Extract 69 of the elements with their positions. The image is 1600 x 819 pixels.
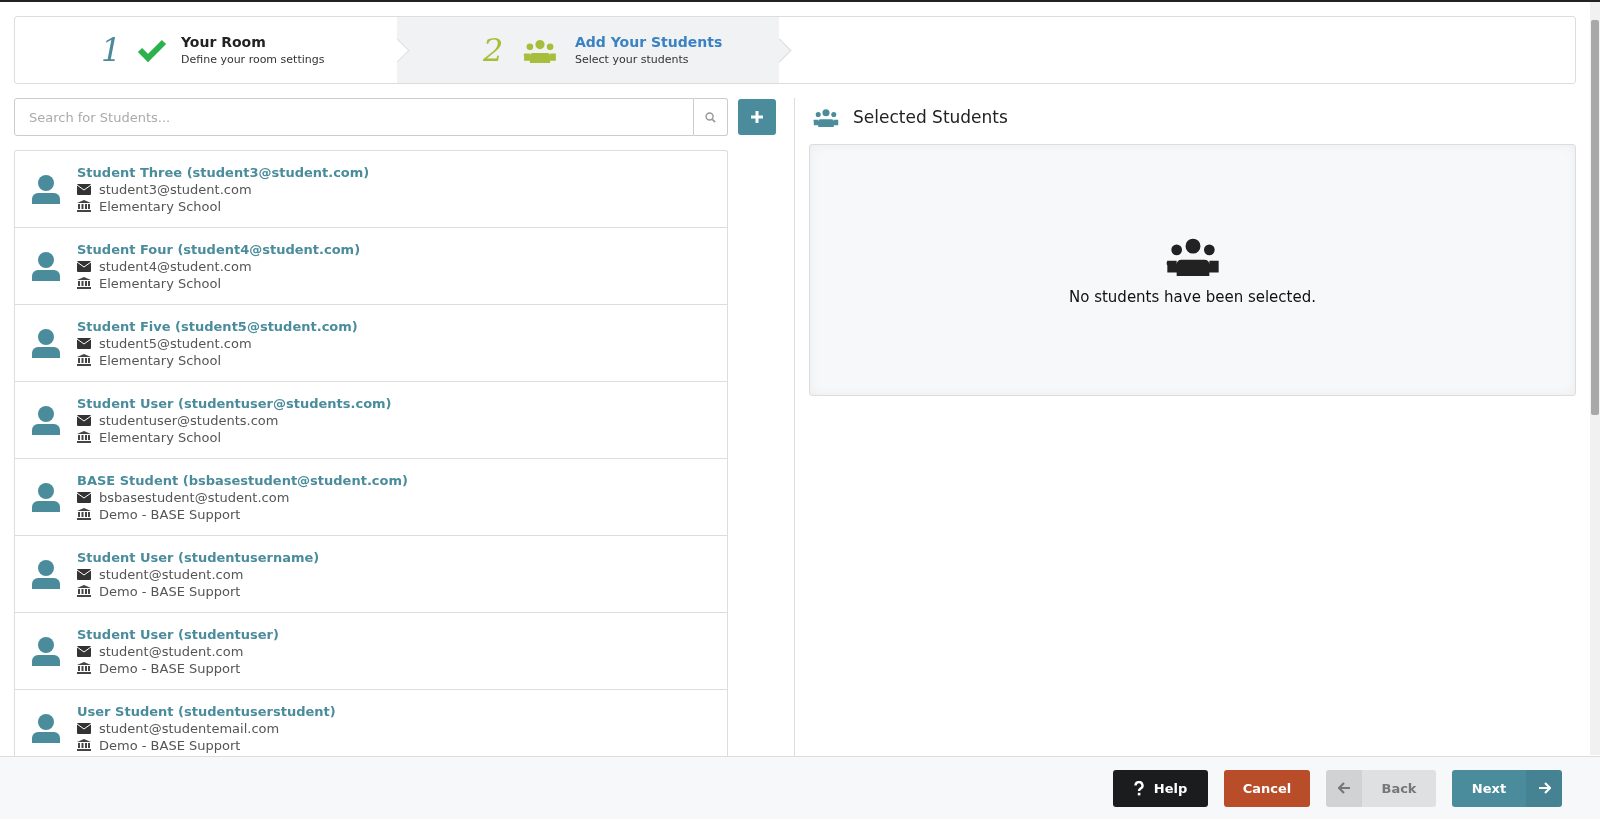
person-icon [31, 328, 61, 358]
envelope-icon [77, 645, 91, 657]
school-name: Elementary School [99, 275, 222, 291]
building-icon [77, 662, 91, 674]
step-title: Your Room [181, 34, 267, 50]
person-icon [31, 482, 61, 512]
search-button[interactable] [694, 98, 728, 136]
student-email: student3@student.com [99, 181, 252, 197]
step-title: Add Your Students [575, 34, 723, 50]
student-name[interactable]: Student Four (student4@student.com) [77, 241, 361, 257]
wizard-step[interactable]: 2 Add Your Students Select your students [397, 17, 779, 83]
question-mark-icon [1133, 780, 1144, 796]
envelope-icon [77, 183, 91, 195]
search-icon [705, 111, 716, 123]
arrow-right-icon [1537, 782, 1551, 794]
person-icon [31, 251, 61, 281]
add-student-button[interactable] [738, 99, 776, 135]
school-name: Elementary School [99, 352, 222, 368]
student-name[interactable]: Student User (studentuser@students.com) [77, 395, 392, 411]
student-email: bsbasestudent@student.com [99, 489, 290, 505]
building-icon [77, 739, 91, 751]
next-button[interactable]: Next [1452, 769, 1562, 807]
envelope-icon [77, 337, 91, 349]
student-email: student4@student.com [99, 258, 252, 274]
building-icon [77, 431, 91, 443]
step-subtitle: Define your room settings [181, 53, 325, 66]
envelope-icon [77, 260, 91, 272]
school-name: Elementary School [99, 198, 222, 214]
student-email: student@studentemail.com [99, 720, 280, 736]
person-icon [31, 174, 61, 204]
plus-icon [751, 111, 763, 123]
building-icon [77, 585, 91, 597]
student-name[interactable]: Student Three (student3@student.com) [77, 164, 370, 180]
student-email: studentuser@students.com [99, 412, 279, 428]
step-subtitle: Select your students [575, 53, 690, 66]
school-name: Demo - BASE Support [99, 660, 241, 676]
envelope-icon [77, 414, 91, 426]
student-email: student5@student.com [99, 335, 252, 351]
building-icon [77, 277, 91, 289]
student-email: student@student.com [99, 566, 244, 582]
envelope-icon [77, 722, 91, 734]
step-number: 1 [101, 31, 123, 69]
school-name: Demo - BASE Support [99, 737, 241, 753]
help-button[interactable]: Help [1113, 769, 1208, 807]
student-name[interactable]: Student User (studentuser) [77, 626, 279, 642]
student-name[interactable]: Student User (studentusername) [77, 549, 320, 565]
student-name[interactable]: BASE Student (bsbasestudent@student.com) [77, 472, 408, 488]
person-icon [31, 636, 61, 666]
panel-title: Selected Students [853, 107, 1008, 127]
school-name: Demo - BASE Support [99, 506, 241, 522]
school-name: Elementary School [99, 429, 222, 445]
student-name[interactable]: Student Five (student5@student.com) [77, 318, 358, 334]
student-email: student@student.com [99, 643, 244, 659]
envelope-icon [77, 568, 91, 580]
person-icon [31, 559, 61, 589]
building-icon [77, 200, 91, 212]
building-icon [77, 508, 91, 520]
person-icon [31, 405, 61, 435]
student-name[interactable]: User Student (studentuserstudent) [77, 703, 336, 719]
person-icon [31, 713, 61, 743]
cancel-button[interactable]: Cancel [1224, 769, 1310, 807]
school-name: Demo - BASE Support [99, 583, 241, 599]
empty-message: No students have been selected. [1069, 288, 1316, 306]
arrow-left-icon [1337, 782, 1351, 794]
step-number: 2 [483, 31, 505, 69]
envelope-icon [77, 491, 91, 503]
building-icon [77, 354, 91, 366]
wizard-step[interactable]: 1 Your Room Define your room settings [15, 17, 397, 83]
search-field[interactable]: Search for Students... [14, 98, 694, 136]
